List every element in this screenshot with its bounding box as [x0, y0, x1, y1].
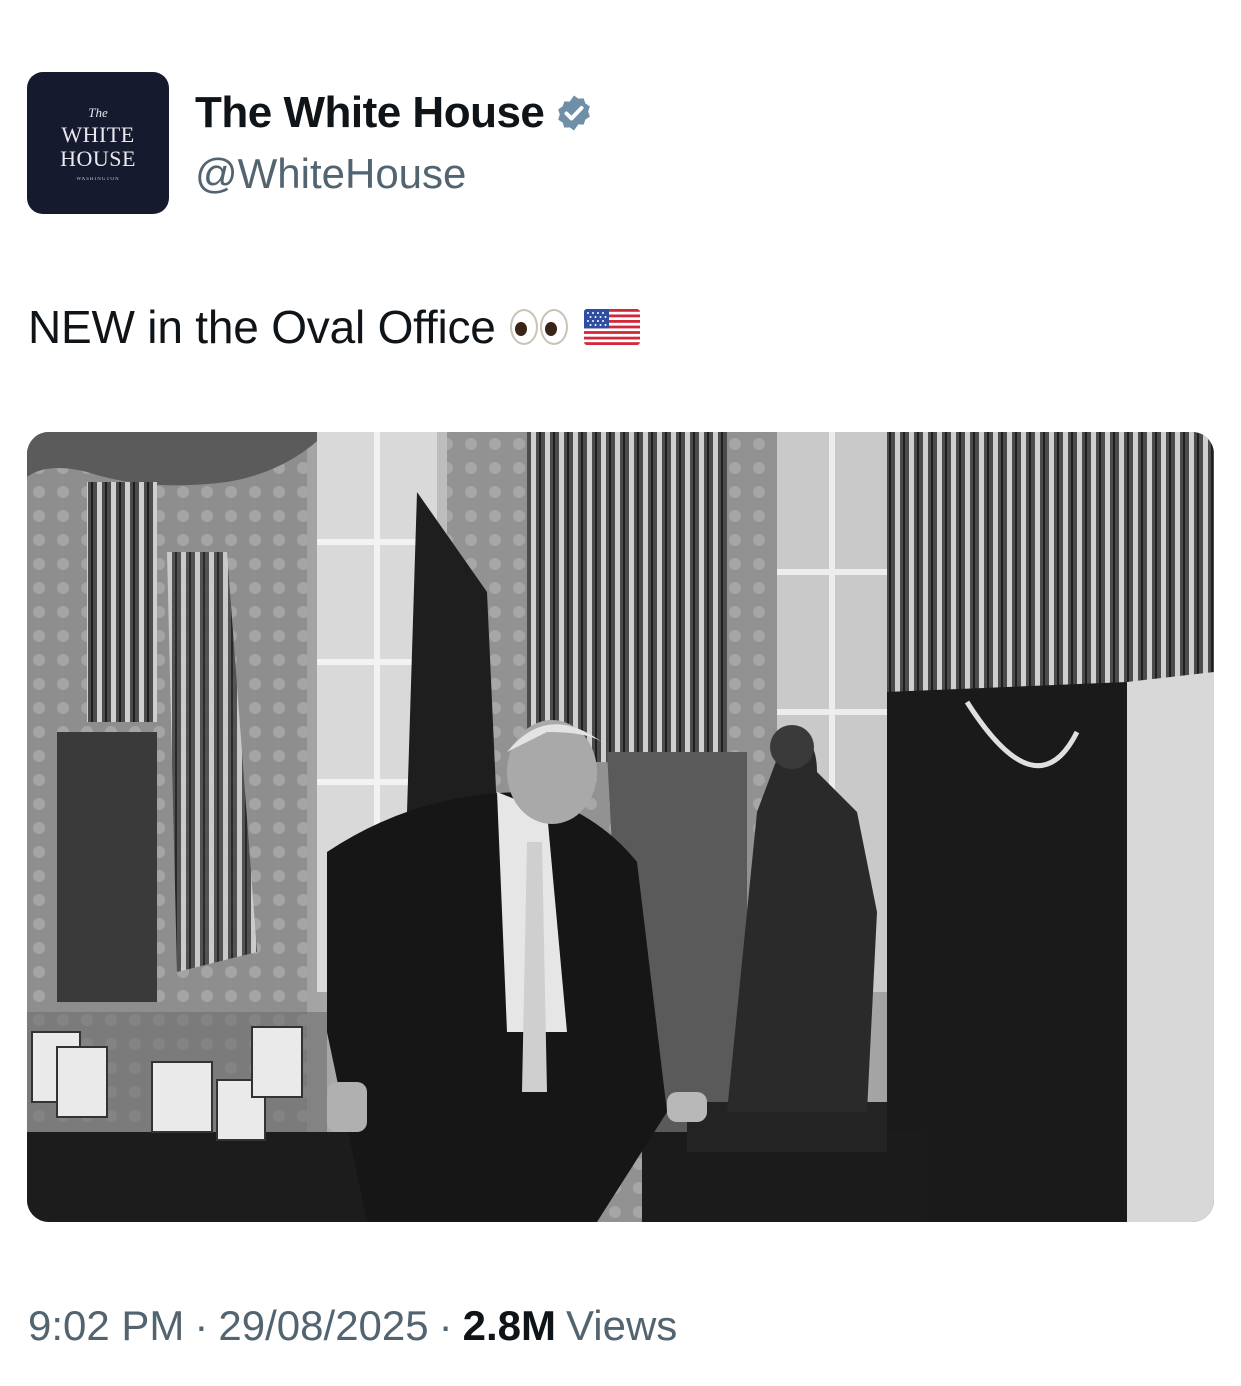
tweet-date[interactable]: 29/08/2025 [218, 1302, 428, 1350]
oval-office-photo [27, 432, 1214, 1222]
meta-separator-2: · [438, 1302, 453, 1349]
eyes-emoji-icon [509, 309, 568, 345]
views-count: 2.8M [462, 1302, 557, 1349]
tweet-photo[interactable] [27, 432, 1214, 1222]
avatar-text-washington: WASHINGTON [76, 176, 120, 182]
author-name-row: The White House [195, 88, 594, 138]
meta-separator: · [194, 1302, 209, 1349]
author-display-name[interactable]: The White House [195, 88, 545, 138]
tweet-time[interactable]: 9:02 PM [28, 1302, 184, 1350]
avatar-text-house: HOUSE [60, 145, 136, 171]
author-handle[interactable]: @WhiteHouse [195, 150, 466, 198]
views-label: Views [566, 1302, 678, 1349]
tweet-text: NEW in the Oval Office [28, 300, 640, 354]
tweet-meta: 9:02 PM · 29/08/2025 · 2.8M Views [28, 1302, 677, 1350]
us-flag-emoji-icon [583, 309, 640, 345]
avatar[interactable]: The WHITE HOUSE WASHINGTON [27, 72, 169, 214]
verified-badge-icon [558, 95, 591, 131]
avatar-text-white: WHITE [61, 121, 135, 147]
tweet-text-content: NEW in the Oval Office [28, 301, 496, 353]
avatar-text-the: The [88, 104, 108, 120]
